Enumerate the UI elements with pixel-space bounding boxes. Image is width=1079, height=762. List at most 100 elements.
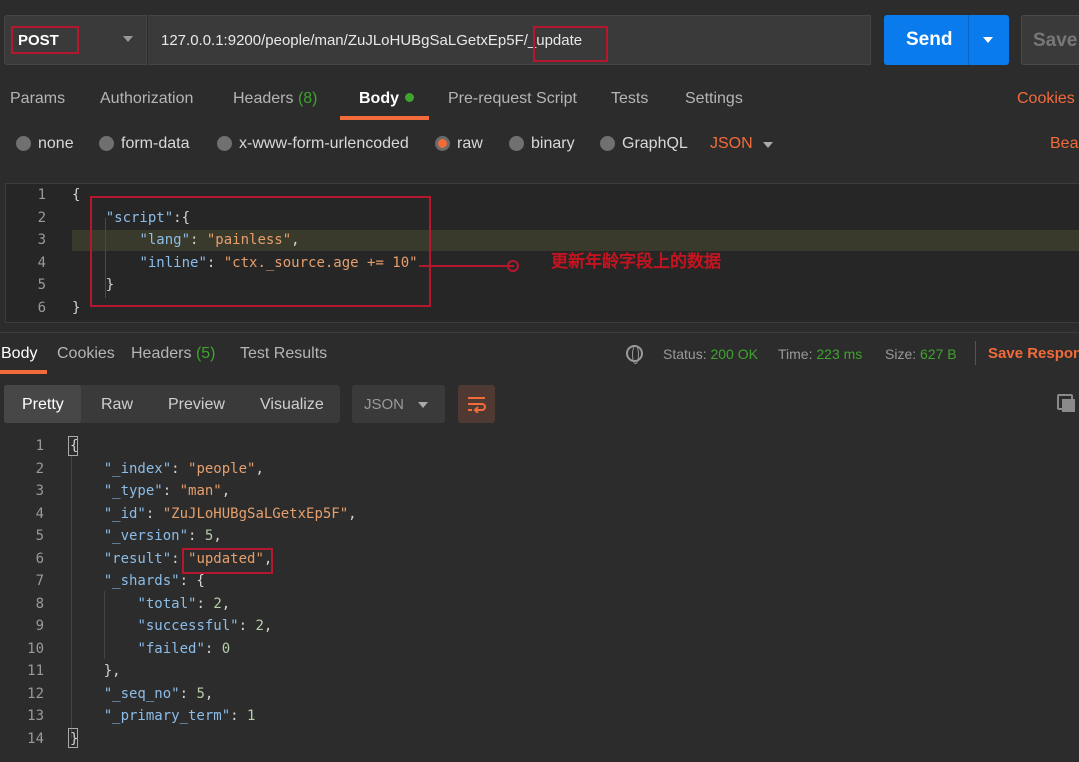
globe-icon[interactable]: [626, 345, 643, 364]
line-number: 9: [35, 618, 44, 634]
response-tabs: Body Cookies Headers (5) Test Results St…: [0, 332, 1079, 374]
annotation-arrow: [419, 265, 514, 267]
wrap-lines-button[interactable]: [458, 385, 495, 423]
tab-params[interactable]: Params: [10, 90, 65, 108]
request-body-editor[interactable]: 123456 { "script":{ "lang": "painless", …: [5, 183, 1079, 323]
status-readout: Status: 200 OK: [663, 346, 758, 362]
code-line: "failed": 0: [137, 640, 231, 657]
response-format-label: JSON: [364, 396, 405, 413]
send-divider: [968, 15, 969, 65]
code-line: },: [70, 663, 121, 679]
resp-tab-body[interactable]: Body: [1, 345, 37, 363]
code-line: }: [70, 730, 79, 747]
radio-binary-label[interactable]: binary: [531, 135, 575, 153]
code-line: "_shards": {: [103, 573, 205, 589]
url-text: 127.0.0.1:9200/people/man/ZuJLoHUBgSaLGe…: [161, 32, 583, 49]
view-pretty-button[interactable]: Pretty: [22, 396, 64, 414]
body-format-select[interactable]: JSON: [710, 135, 753, 153]
response-toolbar: Pretty Raw Preview Visualize JSON: [0, 384, 1079, 424]
line-number: 6: [37, 299, 46, 316]
radio-none-label[interactable]: none: [38, 135, 74, 153]
tab-tests[interactable]: Tests: [611, 90, 648, 108]
size-readout: Size: 627 B: [885, 346, 957, 362]
save-response-button[interactable]: Save Respon: [988, 345, 1079, 362]
line-number: 7: [35, 573, 44, 589]
cookies-link[interactable]: Cookies: [1017, 90, 1075, 108]
headers-count: (8): [297, 90, 318, 107]
send-options-chevron-icon[interactable]: [983, 37, 993, 43]
time-readout: Time: 223 ms: [778, 346, 863, 362]
line-number: 1: [37, 187, 46, 203]
size-value: 627 B: [920, 346, 957, 362]
line-number: 11: [27, 663, 44, 679]
resp-active-tab-underline: [0, 370, 47, 374]
code-line: "_id": "ZuJLoHUBgSaLGetxEp5F",: [103, 505, 357, 522]
response-body-viewer[interactable]: 1 2 3 4 5 6 7 8 9 10 11 12 13 14 { "_index": "people"…: [0, 434, 1079, 762]
code-line: "_version": 5,: [103, 528, 222, 544]
view-preview-button[interactable]: Preview: [168, 396, 225, 414]
line-number: 2: [37, 209, 46, 226]
code-line: "_seq_no": 5,: [103, 685, 214, 702]
tab-body[interactable]: Body: [359, 90, 414, 108]
code-line: "_index": "people",: [103, 460, 264, 477]
view-visualize-button[interactable]: Visualize: [260, 396, 324, 414]
beautify-link[interactable]: Bea: [1050, 135, 1078, 153]
line-number: 1: [35, 438, 44, 454]
code-line: {: [72, 187, 81, 203]
divider: [975, 341, 976, 365]
body-active-dot-icon: [405, 93, 414, 102]
radio-none[interactable]: [16, 136, 31, 151]
annotation-arrow-head: [507, 260, 519, 272]
line-number: 5: [37, 277, 46, 293]
url-input[interactable]: 127.0.0.1:9200/people/man/ZuJLoHUBgSaLGe…: [148, 15, 871, 65]
line-number: 2: [35, 460, 44, 477]
view-mode-group: Pretty Raw Preview Visualize: [4, 385, 340, 423]
code-line: "successful": 2,: [137, 618, 273, 634]
line-number: 4: [37, 254, 46, 271]
radio-form-data-label[interactable]: form-data: [121, 135, 189, 153]
method-select[interactable]: POST: [4, 15, 147, 65]
radio-form-data[interactable]: [99, 136, 114, 151]
line-number: 6: [35, 550, 44, 567]
wrap-lines-icon: [468, 397, 486, 413]
line-number: 3: [35, 483, 44, 499]
radio-graphql[interactable]: [600, 136, 615, 151]
resp-tab-test-results[interactable]: Test Results: [240, 345, 327, 363]
tab-pre-request-script[interactable]: Pre-request Script: [448, 90, 577, 108]
tab-headers[interactable]: Headers (8): [233, 90, 318, 108]
send-button[interactable]: Send: [884, 15, 1009, 65]
code-line: "total": 2,: [137, 595, 231, 612]
request-bar: POST 127.0.0.1:9200/people/man/ZuJLoHUBg…: [0, 0, 1079, 82]
line-number: 10: [27, 640, 44, 657]
status-value: 200 OK: [710, 346, 758, 362]
tab-authorization[interactable]: Authorization: [100, 90, 193, 108]
line-number: 3: [37, 232, 46, 248]
line-number: 4: [35, 505, 44, 522]
chevron-down-icon: [418, 402, 428, 408]
chevron-down-icon[interactable]: [763, 142, 773, 148]
save-button[interactable]: Save: [1021, 15, 1079, 65]
request-tabs: Params Authorization Headers (8) Body Pr…: [0, 82, 1079, 122]
active-tab-underline: [340, 116, 429, 120]
radio-graphql-label[interactable]: GraphQL: [622, 135, 688, 153]
line-number: 5: [35, 528, 44, 544]
code-line: }: [72, 299, 81, 316]
method-label: POST: [18, 32, 59, 49]
url-update-highlight-box: [533, 26, 608, 62]
time-value: 223 ms: [816, 346, 863, 362]
line-number: 12: [27, 685, 44, 702]
radio-urlencoded[interactable]: [217, 136, 232, 151]
resp-tab-headers[interactable]: Headers (5): [131, 345, 216, 363]
copy-icon[interactable]: [1057, 394, 1075, 412]
radio-urlencoded-label[interactable]: x-www-form-urlencoded: [239, 135, 409, 153]
view-raw-button[interactable]: Raw: [101, 396, 133, 414]
resp-tab-cookies[interactable]: Cookies: [57, 345, 115, 363]
save-label: Save: [1033, 30, 1078, 51]
radio-binary[interactable]: [509, 136, 524, 151]
radio-raw[interactable]: [435, 136, 450, 151]
tab-settings[interactable]: Settings: [685, 90, 743, 108]
response-format-select[interactable]: JSON: [352, 385, 445, 423]
body-type-options: none form-data x-www-form-urlencoded raw…: [0, 124, 1079, 166]
code-line: "_type": "man",: [103, 483, 231, 499]
radio-raw-label[interactable]: raw: [457, 135, 483, 153]
